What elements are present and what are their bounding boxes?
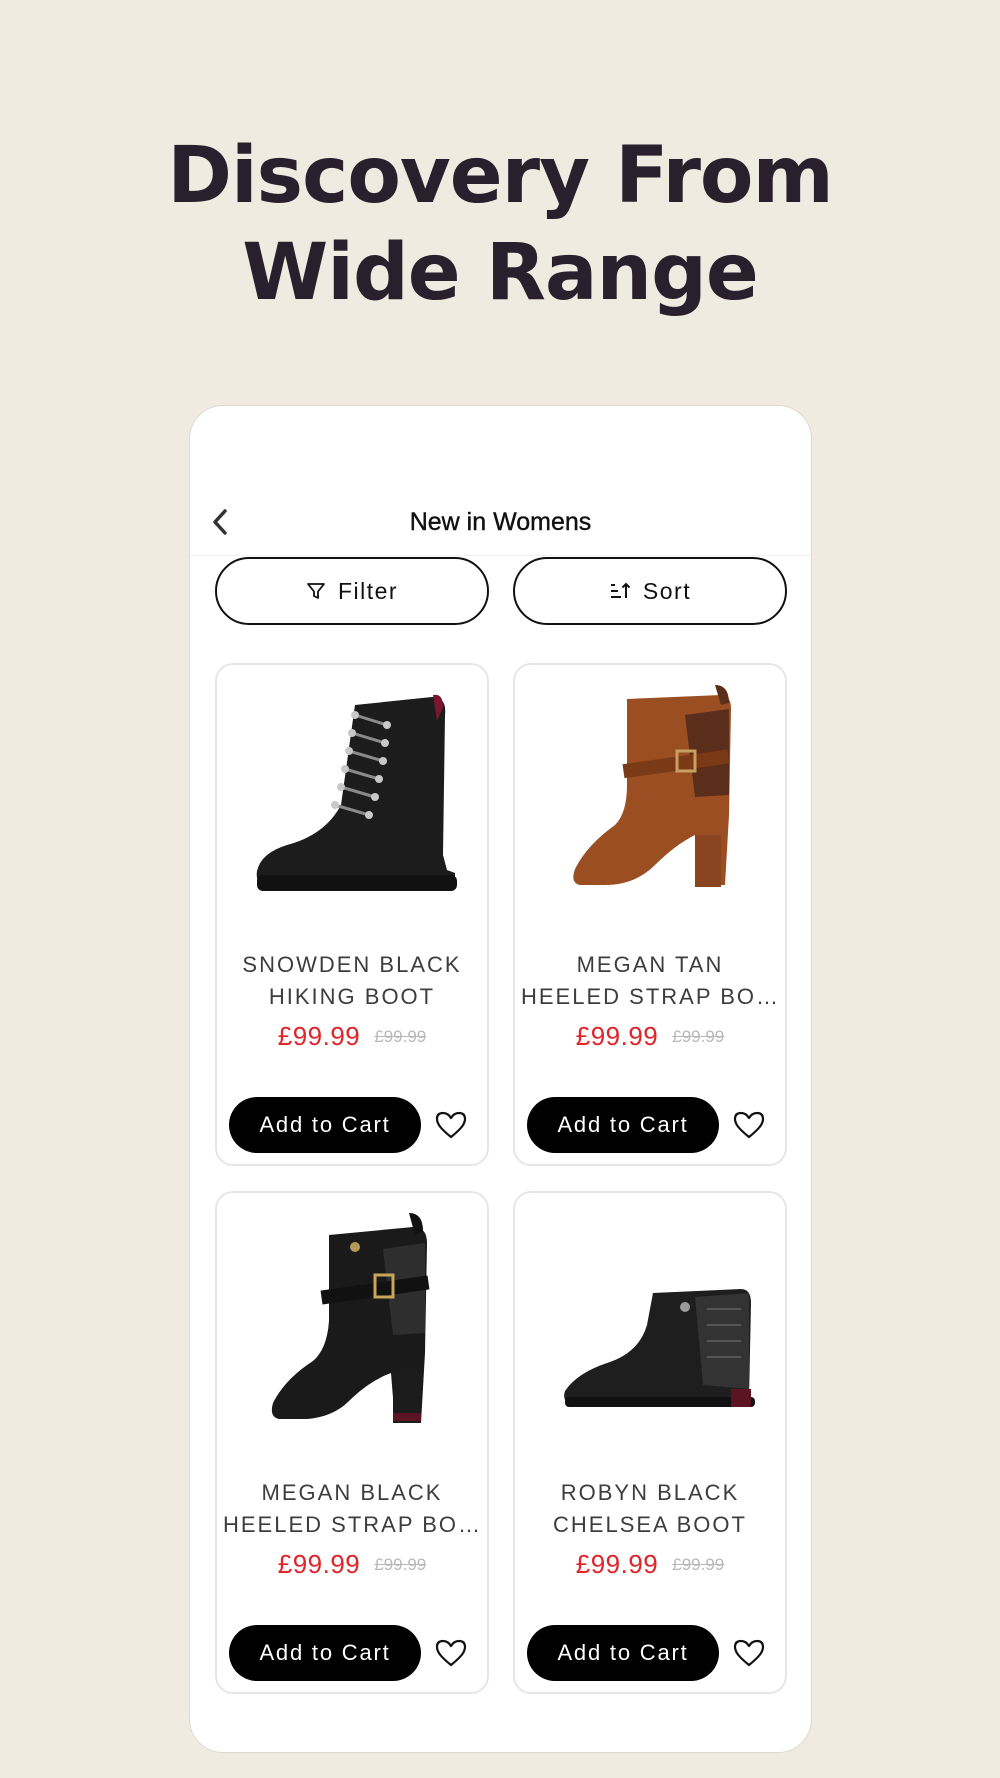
product-image[interactable] xyxy=(227,675,477,915)
product-name-line-2: HIKING BOOT xyxy=(268,984,436,1009)
price-row: £99.99 £99.99 xyxy=(515,1549,785,1580)
product-name-line-1: MEGAN BLACK xyxy=(261,1480,443,1505)
heart-icon xyxy=(733,1111,765,1139)
heart-icon xyxy=(733,1639,765,1667)
product-name-line-1: SNOWDEN BLACK xyxy=(242,952,462,977)
sale-price: £99.99 xyxy=(575,1021,659,1051)
phone-screen: New in Womens Filter Sort SNOWDEN BLACK … xyxy=(189,405,812,1753)
product-name-line-2: HEELED STRAP BO... xyxy=(521,984,779,1009)
heart-icon xyxy=(435,1639,467,1667)
wishlist-button[interactable] xyxy=(433,1107,469,1143)
page-title: New in Womens xyxy=(409,508,592,536)
hero-line-1: Discovery From xyxy=(167,131,834,221)
product-name-line-1: MEGAN TAN xyxy=(576,952,724,977)
heart-icon xyxy=(435,1111,467,1139)
product-image[interactable] xyxy=(227,1203,477,1443)
product-name-line-1: ROBYN BLACK xyxy=(560,1480,740,1505)
sort-button[interactable]: Sort xyxy=(513,557,787,625)
product-name[interactable]: MEGAN TAN HEELED STRAP BO... xyxy=(521,949,779,1013)
boot-icon xyxy=(564,1289,755,1407)
original-price: £99.99 xyxy=(374,1555,427,1574)
wishlist-button[interactable] xyxy=(731,1107,767,1143)
product-name-line-2: CHELSEA BOOT xyxy=(553,1512,747,1537)
filter-icon xyxy=(307,583,325,599)
sale-price: £99.99 xyxy=(575,1549,659,1579)
filter-label: Filter xyxy=(337,577,399,604)
product-image[interactable] xyxy=(525,675,775,915)
product-name[interactable]: ROBYN BLACK CHELSEA BOOT xyxy=(521,1477,779,1541)
original-price: £99.99 xyxy=(374,1027,427,1046)
sale-price: £99.99 xyxy=(277,1549,361,1579)
boot-icon xyxy=(573,685,731,887)
original-price: £99.99 xyxy=(672,1027,725,1046)
product-card[interactable]: ROBYN BLACK CHELSEA BOOT £99.99 £99.99 Ad… xyxy=(513,1191,787,1694)
product-card[interactable]: MEGAN TAN HEELED STRAP BO... £99.99 £99.9… xyxy=(513,663,787,1166)
add-to-cart-button[interactable]: Add to Cart xyxy=(527,1097,719,1153)
add-to-cart-button[interactable]: Add to Cart xyxy=(229,1625,421,1681)
product-name-line-2: HEELED STRAP BO... xyxy=(223,1512,481,1537)
boot-icon xyxy=(271,1213,430,1423)
hero-heading: Discovery From Wide Range xyxy=(0,128,1000,322)
boot-icon xyxy=(256,694,457,891)
hero-line-2: Wide Range xyxy=(242,228,759,318)
product-image[interactable] xyxy=(525,1203,775,1443)
price-row: £99.99 £99.99 xyxy=(217,1549,487,1580)
product-card[interactable]: SNOWDEN BLACK HIKING BOOT £99.99 £99.99 A… xyxy=(215,663,489,1166)
sort-icon xyxy=(610,582,631,598)
wishlist-button[interactable] xyxy=(731,1635,767,1671)
add-to-cart-button[interactable]: Add to Cart xyxy=(527,1625,719,1681)
product-name[interactable]: MEGAN BLACK HEELED STRAP BO... xyxy=(223,1477,481,1541)
product-card[interactable]: MEGAN BLACK HEELED STRAP BO... £99.99 £99… xyxy=(215,1191,489,1694)
wishlist-button[interactable] xyxy=(433,1635,469,1671)
filter-button[interactable]: Filter xyxy=(215,557,489,625)
add-to-cart-button[interactable]: Add to Cart xyxy=(229,1097,421,1153)
product-name[interactable]: SNOWDEN BLACK HIKING BOOT xyxy=(223,949,481,1013)
sale-price: £99.99 xyxy=(277,1021,361,1051)
nav-bar: New in Womens xyxy=(190,502,811,556)
price-row: £99.99 £99.99 xyxy=(515,1021,785,1052)
sort-label: Sort xyxy=(642,577,692,604)
price-row: £99.99 £99.99 xyxy=(217,1021,487,1052)
original-price: £99.99 xyxy=(672,1555,725,1574)
